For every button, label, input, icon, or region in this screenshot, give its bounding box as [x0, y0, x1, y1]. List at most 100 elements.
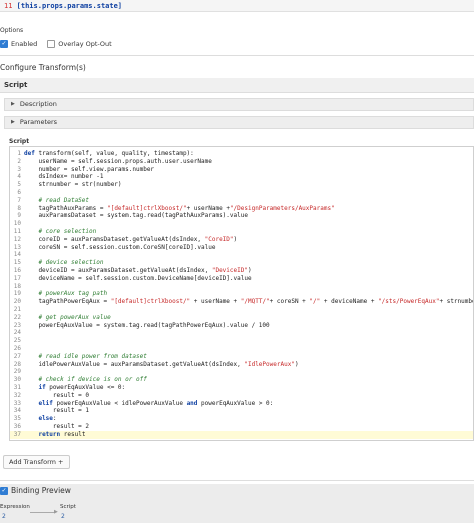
- line-number: 23: [13, 321, 21, 329]
- line-number: 26: [13, 345, 21, 352]
- line-number: 31: [13, 384, 21, 391]
- line-number: 30: [13, 376, 21, 384]
- add-transform-button[interactable]: Add Transform +: [3, 455, 70, 469]
- line-number: 8: [17, 204, 21, 212]
- code-line[interactable]: 25: [10, 337, 473, 345]
- script-editor[interactable]: 1 def transform(self, value, quality, tim…: [9, 146, 474, 441]
- parameters-label: Parameters: [19, 118, 58, 126]
- line-number: 32: [13, 391, 21, 399]
- options-row: ✓ Enabled Overlay Opt-Out: [0, 40, 122, 48]
- code-text: # check if device is on or off: [24, 376, 147, 384]
- line-number: 25: [13, 337, 21, 345]
- code-line[interactable]: 1 def transform(self, value, quality, tim…: [10, 150, 473, 158]
- code-line[interactable]: 10: [10, 220, 473, 228]
- line-number: 20: [13, 298, 21, 306]
- line-number: 34: [13, 407, 21, 415]
- code-line[interactable]: 19 # powerAux tag path: [10, 290, 473, 298]
- code-line[interactable]: 9 auxParamsDataset = system.tag.read(tag…: [10, 212, 473, 220]
- code-line[interactable]: 37 return result: [10, 430, 473, 439]
- code-line[interactable]: 6: [10, 189, 473, 197]
- binding-preview-checkbox[interactable]: ✓: [0, 486, 8, 495]
- code-line[interactable]: 36 result = 2: [10, 423, 473, 431]
- code-line[interactable]: 16 deviceID = auxParamsDataset.getValueA…: [10, 267, 473, 275]
- tab-script[interactable]: Script: [0, 78, 474, 93]
- script-label: Script: [9, 138, 30, 145]
- code-text: coreID = auxParamsDataset.getValueAt(dsI…: [24, 235, 238, 243]
- code-text: coreSN = self.session.custom.CoreSN[core…: [24, 243, 216, 251]
- code-line[interactable]: 11 # core selection: [10, 228, 473, 236]
- line-number: 24: [13, 329, 21, 337]
- flow-connector: [30, 512, 55, 513]
- code-line[interactable]: 28 idlePowerAuxValue = auxParamsDataset.…: [10, 360, 473, 369]
- code-line[interactable]: 31 if powerEqAuxValue <= 0:: [10, 384, 473, 392]
- code-line[interactable]: 17 deviceName = self.session.custom.Devi…: [10, 275, 473, 283]
- line-number: 4: [17, 173, 21, 181]
- code-text: auxParamsDataset = system.tag.read(tagPa…: [24, 212, 248, 220]
- overlay-checkbox[interactable]: [47, 40, 56, 48]
- code-text: result = 0: [24, 391, 90, 399]
- code-text: deviceID = auxParamsDataset.getValueAt(d…: [24, 267, 252, 274]
- code-text: result = 1: [24, 407, 90, 415]
- code-line[interactable]: 15 # device selection: [10, 259, 473, 267]
- divider: [0, 480, 474, 481]
- code-line[interactable]: 34 result = 1: [10, 407, 473, 415]
- line-number: 12: [13, 235, 21, 243]
- code-line[interactable]: 23 powerEqAuxValue = system.tag.read(tag…: [10, 321, 473, 330]
- code-text: if powerEqAuxValue <= 0:: [38, 384, 126, 391]
- code-line[interactable]: 8 tagPathAuxParams = "[default]ctrlXboos…: [10, 204, 473, 213]
- code-line[interactable]: 7 # read DataSet: [10, 197, 473, 205]
- code-line[interactable]: 35 else:: [10, 415, 473, 423]
- expression-step-value: 2: [2, 513, 6, 520]
- line-number: 9: [17, 212, 21, 220]
- script-step-label: Script: [60, 504, 76, 510]
- parameters-section[interactable]: ▶ Parameters: [4, 116, 474, 129]
- binding-preview-header[interactable]: ✓ Binding Preview: [0, 486, 71, 495]
- code-line[interactable]: 32 result = 0: [10, 391, 473, 400]
- description-section[interactable]: ▶ Description: [4, 98, 474, 111]
- code-text: else:: [38, 415, 57, 423]
- configure-transforms-title: Configure Transform(s): [0, 63, 86, 72]
- line-number: 1: [17, 150, 21, 157]
- line-number: 22: [13, 313, 21, 321]
- code-line[interactable]: 29: [10, 368, 473, 376]
- line-number: 29: [13, 368, 21, 376]
- code-line[interactable]: 27 # read idle power from dataset: [10, 352, 473, 361]
- code-line[interactable]: 4 dsIndex= number -1: [10, 173, 473, 181]
- line-number: 27: [13, 352, 21, 360]
- expression-text: [this.props.params.state]: [16, 2, 123, 10]
- code-line[interactable]: 22 # get powerAux value: [10, 313, 473, 322]
- code-line[interactable]: 2 userName = self.session.props.auth.use…: [10, 157, 473, 166]
- code-line[interactable]: 30 # check if device is on or off: [10, 376, 473, 384]
- code-line[interactable]: 13 coreSN = self.session.custom.CoreSN[c…: [10, 243, 473, 252]
- code-line[interactable]: 33 elif powerEqAuxValue < idlePowerAuxVa…: [10, 399, 473, 408]
- options-title: Options: [0, 27, 24, 34]
- code-text: # read idle power from dataset: [24, 352, 147, 360]
- code-line[interactable]: 3 number = self.view.params.number: [10, 166, 473, 174]
- code-line[interactable]: 24: [10, 329, 473, 337]
- script-step-value: 2: [61, 513, 65, 520]
- code-line[interactable]: 14: [10, 251, 473, 259]
- code-line[interactable]: 12 coreID = auxParamsDataset.getValueAt(…: [10, 235, 473, 244]
- code-line[interactable]: 20 tagPathPowerEqAux = "[default]ctrlXbo…: [10, 298, 473, 306]
- code-text: elif powerEqAuxValue < idlePowerAuxValue…: [38, 399, 274, 407]
- expression-code-line[interactable]: 11 [this.props.params.state]: [0, 0, 474, 12]
- enabled-checkbox[interactable]: ✓: [0, 40, 8, 48]
- code-text: dsIndex= number -1: [24, 173, 104, 181]
- code-line[interactable]: 26: [10, 345, 473, 353]
- arrow-right-icon: ▶: [54, 509, 58, 515]
- line-number: 16: [13, 267, 21, 274]
- line-number: 28: [13, 360, 21, 368]
- divider: [0, 55, 474, 56]
- code-line[interactable]: 21: [10, 306, 473, 314]
- code-text: userName = self.session.props.auth.user.…: [24, 157, 212, 165]
- enabled-option[interactable]: ✓ Enabled: [0, 40, 37, 48]
- code-text: return result: [38, 430, 86, 438]
- code-line[interactable]: 5 strnumber = str(number): [10, 181, 473, 189]
- line-number: 35: [13, 415, 21, 423]
- chevron-right-icon: ▶: [11, 119, 15, 125]
- binding-preview-title: Binding Preview: [11, 486, 71, 495]
- overlay-option[interactable]: Overlay Opt-Out: [47, 40, 112, 48]
- code-text: powerEqAuxValue = system.tag.read(tagPat…: [24, 321, 270, 329]
- code-line[interactable]: 18: [10, 283, 473, 291]
- code-text: # core selection: [24, 228, 97, 235]
